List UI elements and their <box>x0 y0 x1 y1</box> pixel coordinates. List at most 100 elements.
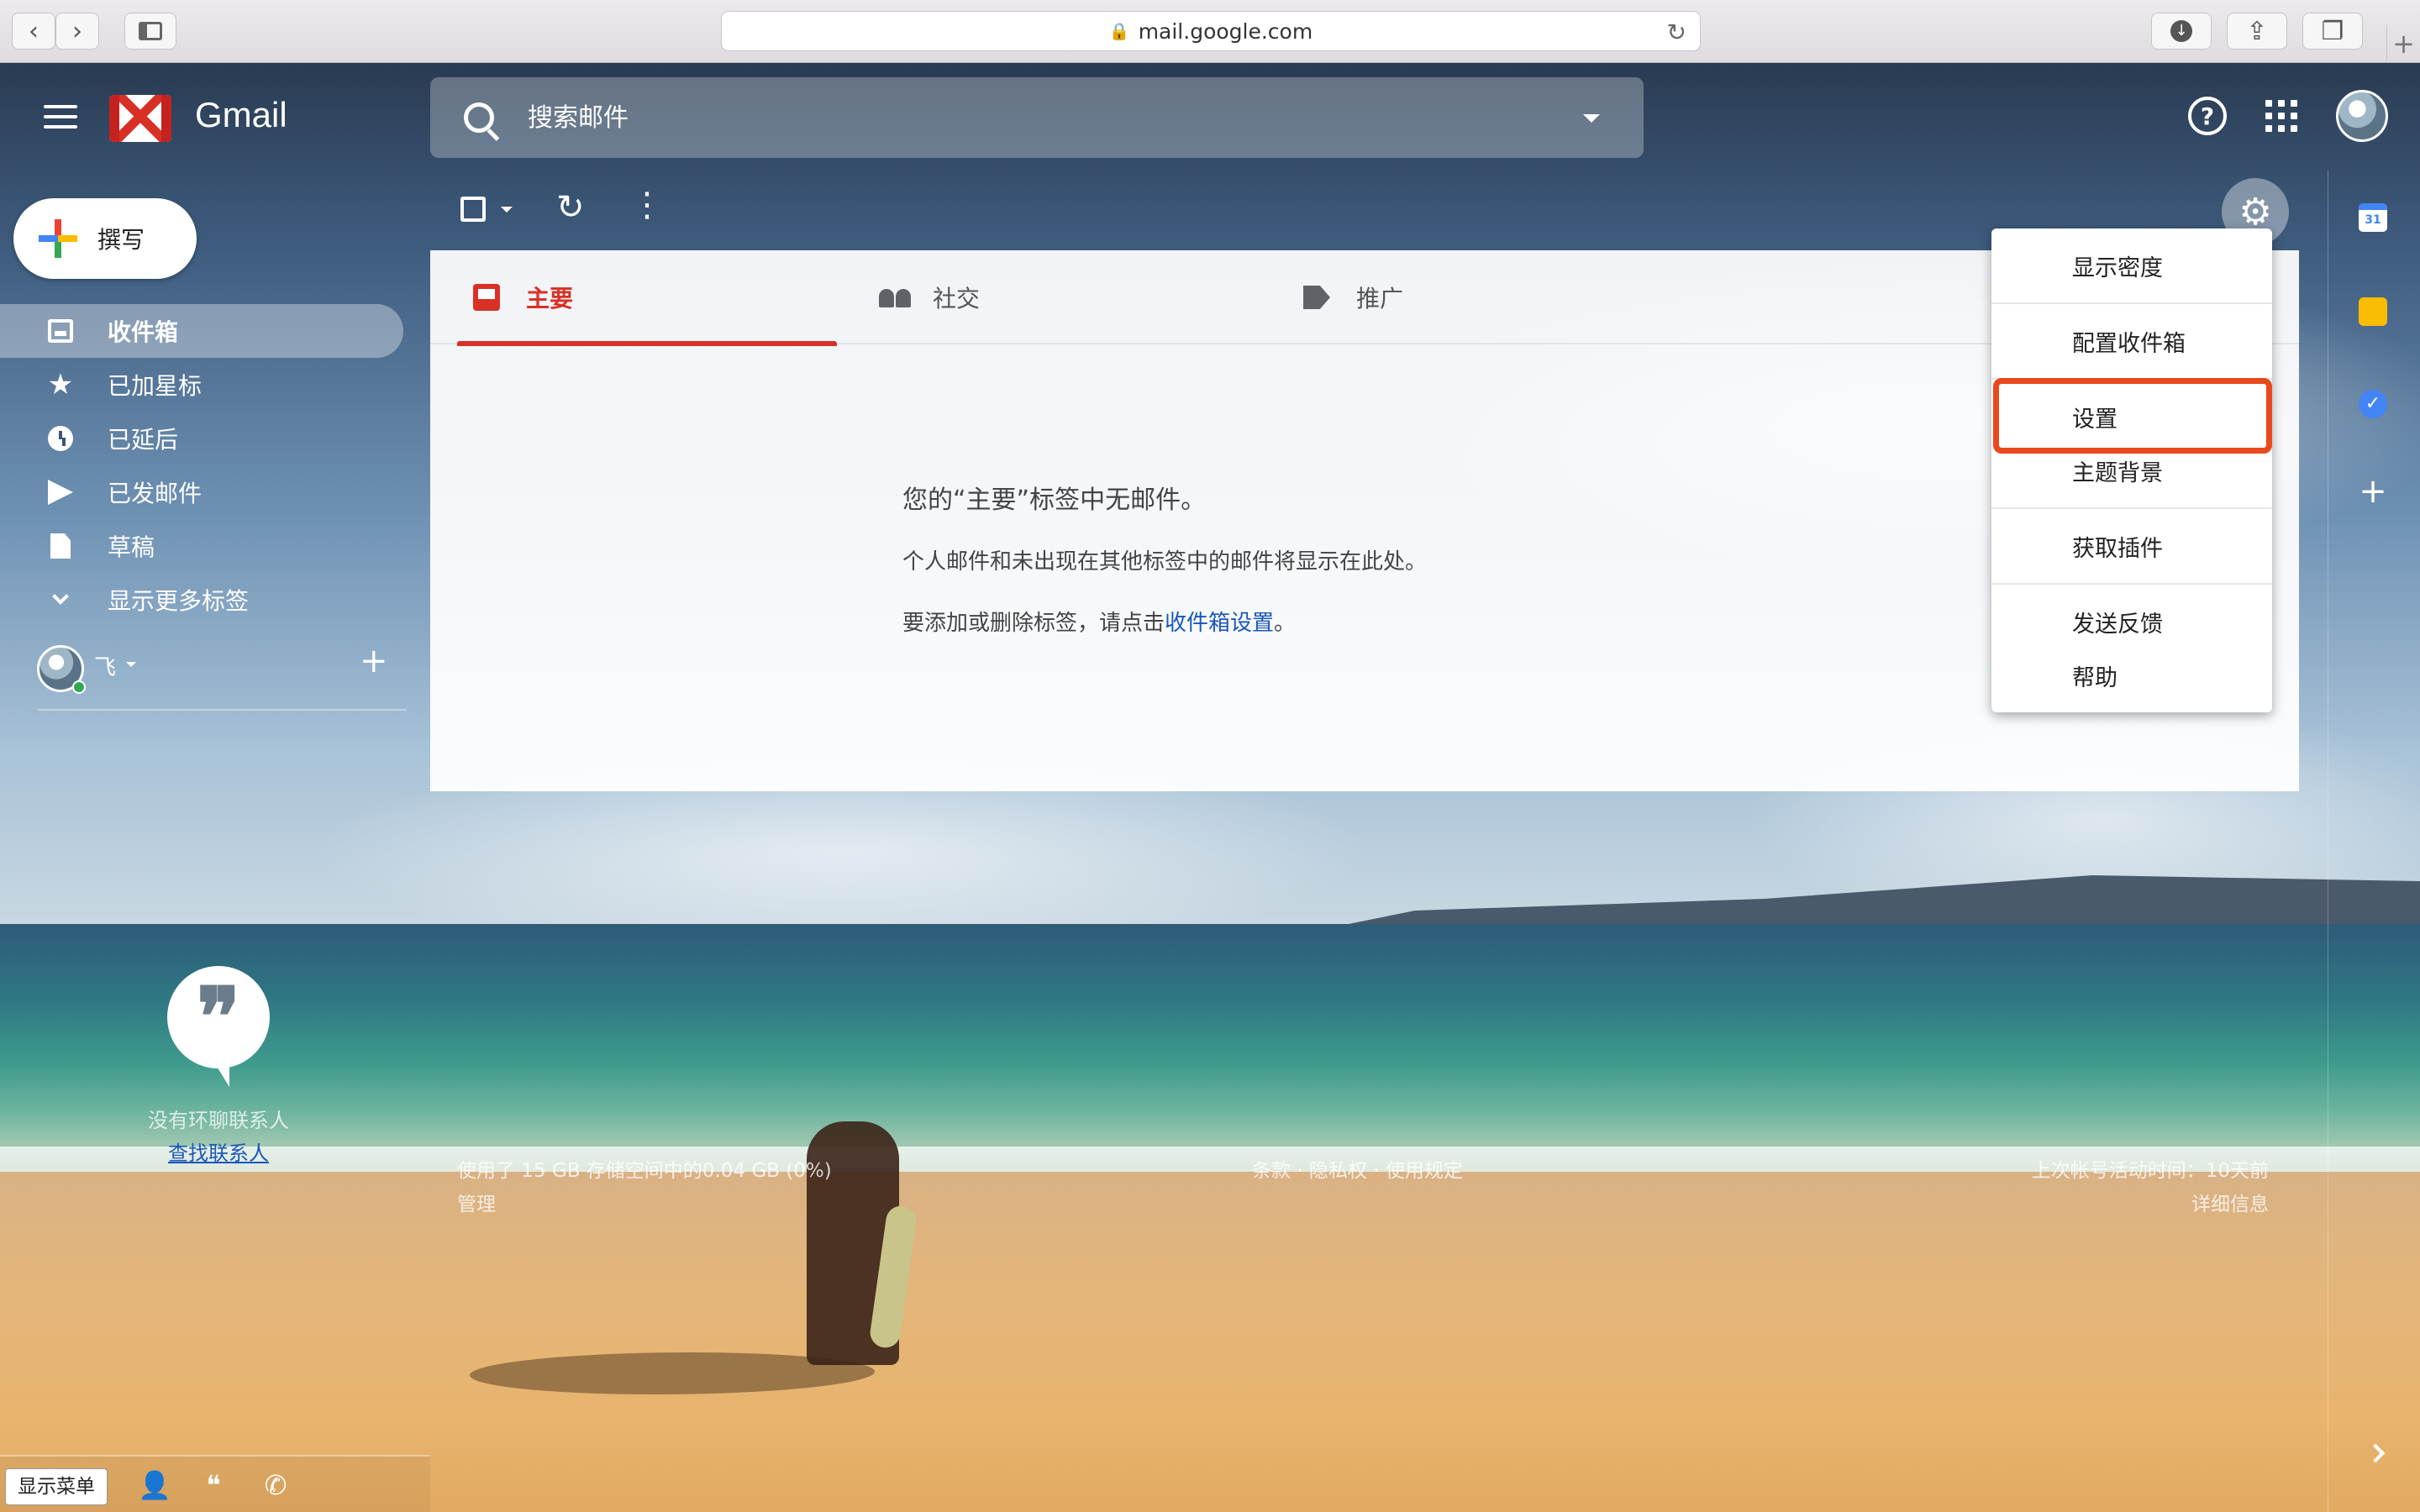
menu-item-label: 帮助 <box>2072 664 2118 691</box>
downloads-button[interactable]: ↓ <box>2151 13 2212 50</box>
refresh-icon[interactable]: ↻ <box>556 188 585 227</box>
sidebar-item-label: 已延后 <box>108 426 179 454</box>
tab-promotions[interactable]: 推广 <box>1274 250 1667 344</box>
select-options-caret-icon[interactable] <box>501 207 513 213</box>
sidebar-item-drafts[interactable]: 草稿 <box>0 519 403 573</box>
main-menu-button[interactable] <box>44 105 77 129</box>
instruction-suffix: 。 <box>1274 611 1297 636</box>
empty-description: 个人邮件和未出现在其他标签中的邮件将显示在此处。 <box>902 549 1428 575</box>
empty-instruction: 要添加或删除标签，请点击收件箱设置。 <box>902 606 1659 637</box>
chevron-right-icon: › <box>72 16 82 46</box>
clock-icon <box>47 425 74 452</box>
menu-item-send-feedback[interactable]: 发送反馈 <box>1991 595 2272 648</box>
last-activity-text: 上次帐号活动时间：10天前 <box>2031 1160 2269 1182</box>
search-input[interactable] <box>528 102 1536 133</box>
contacts-person-icon[interactable]: 👤 <box>138 1470 171 1500</box>
hangouts-empty-text: 没有环聊联系人 <box>148 1109 289 1132</box>
sidebar-item-label: 已发邮件 <box>108 480 203 507</box>
forward-button[interactable]: › <box>55 13 99 50</box>
new-conversation-plus-icon[interactable]: + <box>360 642 388 680</box>
back-button[interactable]: ‹ <box>12 13 55 50</box>
hamburger-icon-bar <box>44 115 77 118</box>
lock-icon: 🔒 <box>1108 21 1130 41</box>
download-icon: ↓ <box>2170 20 2192 42</box>
sidebar-item-inbox[interactable]: 收件箱 <box>0 304 403 358</box>
tab-label: 推广 <box>1356 285 1404 312</box>
empty-title: 您的“主要”标签中无邮件。 <box>902 486 1207 515</box>
get-addons-plus-icon[interactable]: + <box>2359 475 2387 508</box>
empty-inbox-message: 您的“主要”标签中无邮件。 个人邮件和未出现在其他标签中的邮件将显示在此处。 要… <box>902 479 1659 667</box>
compose-button[interactable]: 撰写 <box>13 198 197 279</box>
inbox-settings-link[interactable]: 收件箱设置 <box>1165 611 1274 636</box>
share-icon: ⇪ <box>2246 16 2268 46</box>
account-avatar[interactable] <box>2336 90 2388 142</box>
manage-storage-link[interactable]: 管理 <box>457 1188 496 1216</box>
send-icon <box>47 479 74 506</box>
find-contacts-link[interactable]: 查找联系人 <box>67 1137 370 1166</box>
sidebar-item-sent[interactable]: 已发邮件 <box>0 465 403 519</box>
keep-icon[interactable] <box>2359 297 2387 326</box>
hamburger-icon-bar <box>44 125 77 129</box>
menu-item-display-density[interactable]: 显示密度 <box>1991 239 2272 292</box>
expand-panel-chevron-icon[interactable] <box>2365 1443 2386 1463</box>
reload-icon[interactable]: ↻ <box>1667 18 1686 46</box>
phone-icon[interactable]: ✆ <box>260 1470 291 1500</box>
more-options-icon[interactable]: ⋮ <box>630 188 664 222</box>
search-options-caret-icon[interactable] <box>1583 114 1600 123</box>
tab-social[interactable]: 社交 <box>850 250 1244 344</box>
tasks-icon[interactable]: ✓ <box>2359 390 2387 418</box>
show-menu-button[interactable]: 显示菜单 <box>5 1468 108 1505</box>
calendar-icon[interactable]: 31 <box>2359 203 2387 232</box>
search-bar[interactable] <box>430 77 1644 158</box>
share-button[interactable]: ⇪ <box>2227 13 2287 50</box>
address-bar[interactable]: 🔒 mail.google.com ↻ <box>721 11 1701 51</box>
chevron-down-icon <box>47 586 74 613</box>
url-text: mail.google.com <box>1138 18 1313 44</box>
hangouts-chat-icon[interactable]: ❝ <box>198 1470 229 1500</box>
compose-label: 撰写 <box>97 226 145 254</box>
storage-usage-text: 使用了 15 GB 存储空间中的0.04 GB (0%) <box>457 1160 832 1182</box>
menu-divider <box>1991 583 2272 585</box>
menu-item-label: 获取插件 <box>2072 535 2163 562</box>
menu-item-configure-inbox[interactable]: 配置收件箱 <box>1991 314 2272 368</box>
status-caret-icon[interactable] <box>126 662 136 667</box>
gmail-logo-icon[interactable] <box>109 95 171 142</box>
search-icon[interactable] <box>464 102 494 133</box>
footer-policy-links[interactable]: 条款 · 隐私权 · 使用规定 <box>1252 1154 1463 1183</box>
activity-details-link[interactable]: 详细信息 <box>2017 1188 2269 1216</box>
menu-divider <box>1991 302 2272 304</box>
hangouts-empty-state: ❞ 没有环聊联系人 查找联系人 <box>67 966 370 1166</box>
menu-item-help[interactable]: 帮助 <box>1991 648 2272 702</box>
menu-item-get-addons[interactable]: 获取插件 <box>1991 519 2272 573</box>
tab-label: 社交 <box>933 285 981 312</box>
inbox-icon <box>47 318 74 344</box>
online-status-icon <box>72 680 86 694</box>
sidebar-item-snoozed[interactable]: 已延后 <box>0 412 403 465</box>
sidebar-item-more-labels[interactable]: 显示更多标签 <box>0 573 403 627</box>
tab-primary[interactable]: 主要 <box>444 250 837 346</box>
sidebar-item-label: 草稿 <box>108 533 155 561</box>
settings-dropdown-menu: 显示密度 配置收件箱 设置 主题背景 获取插件 发送反馈 帮助 <box>1991 228 2272 712</box>
star-icon: ★ <box>47 368 74 402</box>
hangouts-bottom-bar: 显示菜单 👤 ❝ ✆ <box>0 1455 430 1512</box>
sidebar-item-starred[interactable]: ★ 已加星标 <box>0 358 403 412</box>
inbox-tab-icon <box>472 283 501 312</box>
sidebar-toggle-button[interactable] <box>124 13 176 50</box>
select-all-checkbox[interactable] <box>460 197 486 222</box>
hangouts-account: 飞 + <box>37 638 407 711</box>
gmail-wordmark[interactable]: Gmail <box>195 95 287 135</box>
browser-toolbar: ‹ › 🔒 mail.google.com ↻ ↓ ⇪ ❐ + <box>0 0 2420 63</box>
help-icon[interactable]: ? <box>2188 97 2227 135</box>
new-tab-button[interactable]: + <box>2386 25 2420 62</box>
tabs-overview-button[interactable]: ❐ <box>2302 13 2363 50</box>
menu-divider <box>1991 507 2272 509</box>
sidebar-item-label: 显示更多标签 <box>108 587 250 615</box>
menu-item-label: 配置收件箱 <box>2072 330 2186 357</box>
sidebar-item-label: 已加星标 <box>108 372 203 400</box>
instruction-prefix: 要添加或删除标签，请点击 <box>902 611 1165 636</box>
menu-item-label: 显示密度 <box>2072 255 2163 281</box>
tab-label: 主要 <box>526 285 574 312</box>
hangouts-user-name[interactable]: 飞 <box>94 650 116 681</box>
google-apps-icon[interactable] <box>2262 97 2301 135</box>
menu-item-label: 发送反馈 <box>2072 611 2163 638</box>
